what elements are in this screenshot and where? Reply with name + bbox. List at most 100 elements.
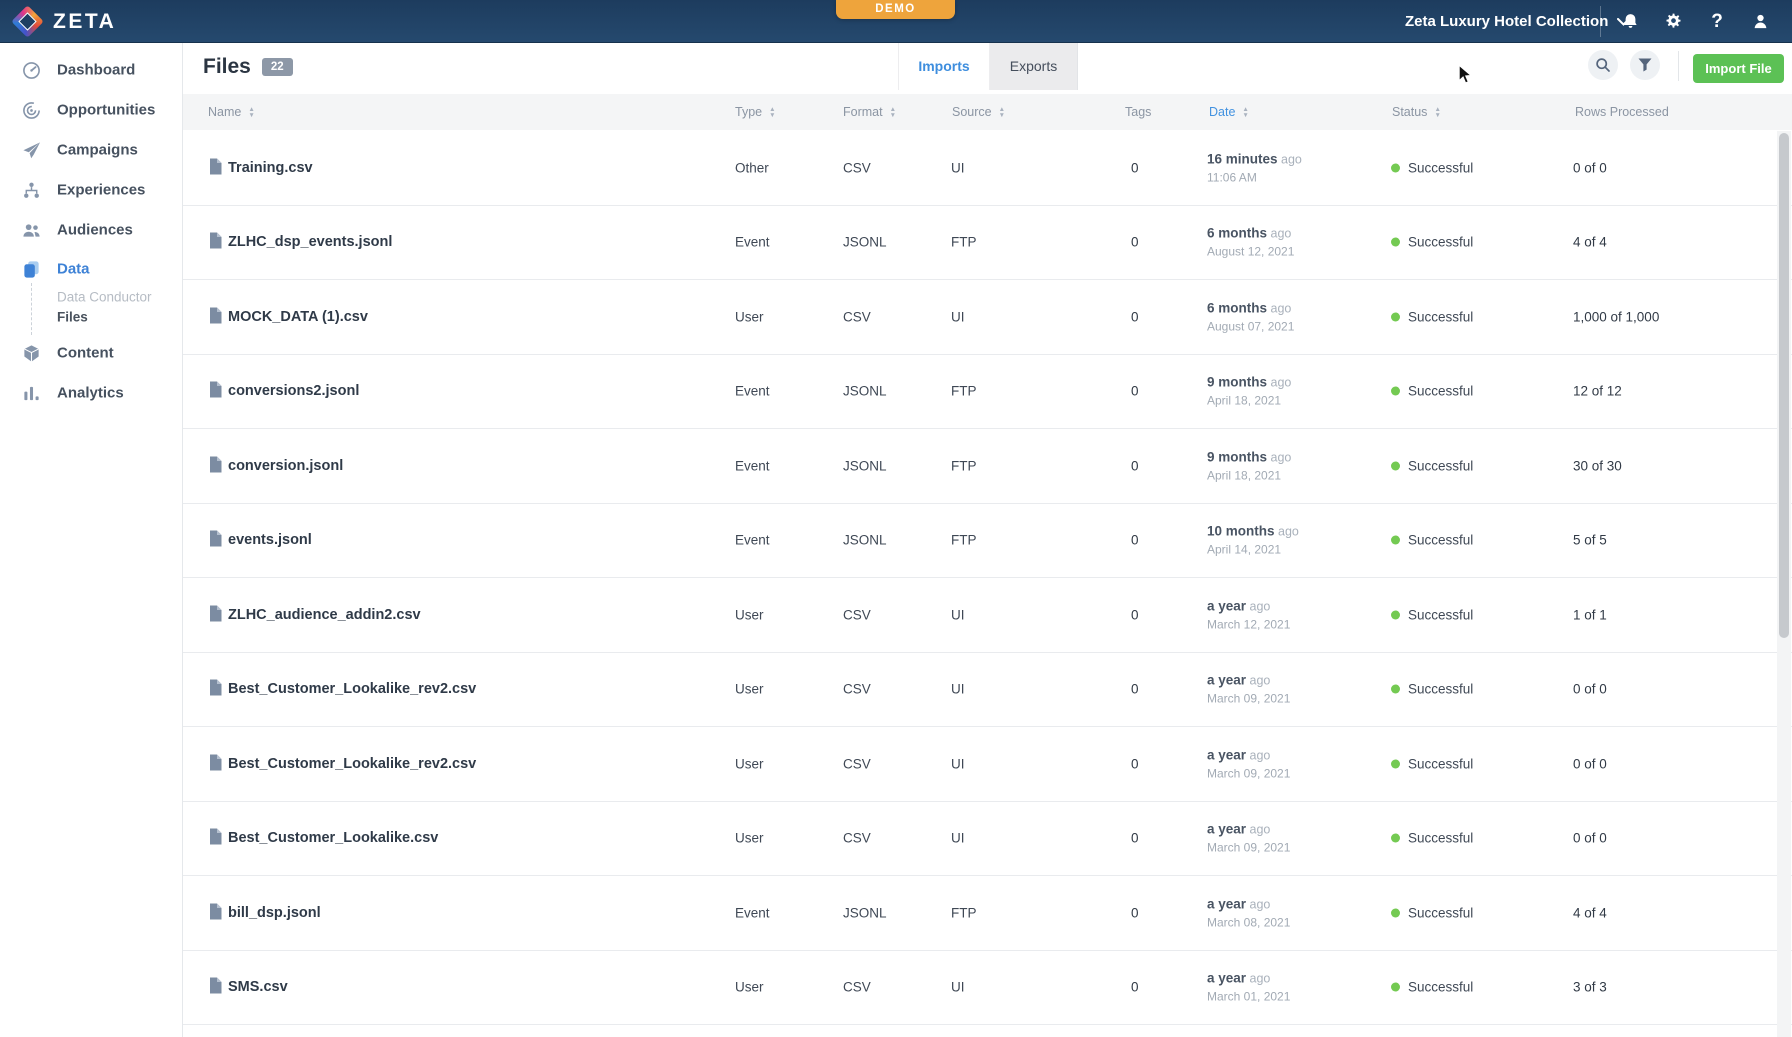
sidebar-item-data[interactable]: Data [0, 257, 183, 281]
file-name[interactable]: SMS.csv [228, 979, 288, 995]
file-type: Event [735, 905, 770, 920]
sidebar: Dashboard Opportunities Campaigns Experi… [0, 43, 183, 1037]
table-row[interactable]: bill_dsp.jsonlEventJSONLFTP0a year agoMa… [183, 876, 1792, 951]
file-type: Event [735, 384, 770, 399]
file-name[interactable]: Best_Customer_Lookalike.csv [228, 830, 438, 846]
filter-button[interactable] [1630, 50, 1660, 80]
file-tags-count: 0 [1131, 309, 1139, 324]
user-profile-icon[interactable] [1745, 0, 1775, 43]
sidebar-item-data-conductor[interactable]: Data Conductor [0, 287, 183, 307]
vertical-scrollbar-track[interactable] [1777, 131, 1791, 1037]
file-format: CSV [843, 160, 871, 175]
file-name[interactable]: conversions2.jsonl [228, 383, 359, 399]
file-source: UI [951, 682, 965, 697]
main-content: Files 22 Imports Exports Import File Nam… [183, 43, 1792, 1037]
file-tags-count: 0 [1131, 607, 1139, 622]
column-header-format[interactable]: Format▲▼ [843, 94, 896, 130]
file-icon [209, 158, 222, 177]
file-type: User [735, 607, 764, 622]
column-header-name[interactable]: Name▲▼ [208, 94, 255, 130]
file-tags-count: 0 [1131, 458, 1139, 473]
table-row[interactable]: MOCK_DATA (1).csvUserCSVUI06 months agoA… [183, 280, 1792, 355]
file-type: User [735, 831, 764, 846]
tab-exports[interactable]: Exports [990, 43, 1078, 90]
search-button[interactable] [1588, 50, 1618, 80]
file-date: 9 months agoApril 18, 2021 [1207, 375, 1291, 408]
file-type: User [735, 756, 764, 771]
file-name[interactable]: conversion.jsonl [228, 458, 343, 474]
status-dot-icon [1391, 163, 1400, 172]
table-row[interactable]: SMS.csvUserCSVUI0a year agoMarch 01, 202… [183, 951, 1792, 1026]
file-rows-processed: 1 of 1 [1573, 607, 1607, 622]
file-name[interactable]: ZLHC_dsp_events.jsonl [228, 234, 392, 250]
file-tags-count: 0 [1131, 235, 1139, 250]
column-header-status[interactable]: Status▲▼ [1392, 94, 1441, 130]
sidebar-item-files[interactable]: Files [0, 307, 183, 327]
file-source: FTP [951, 235, 977, 250]
help-question-icon[interactable]: ? [1702, 0, 1732, 43]
status-dot-icon [1391, 834, 1400, 843]
file-icon [209, 903, 222, 922]
file-format: JSONL [843, 235, 887, 250]
column-header-source[interactable]: Source▲▼ [952, 94, 1005, 130]
file-type: Event [735, 533, 770, 548]
file-tags-count: 0 [1131, 384, 1139, 399]
page-header: Files 22 Imports Exports Import File [183, 43, 1792, 90]
file-rows-processed: 12 of 12 [1573, 384, 1622, 399]
vertical-scrollbar-thumb[interactable] [1779, 133, 1789, 638]
search-icon [1595, 57, 1611, 73]
file-name[interactable]: ZLHC_audience_addin2.csv [228, 607, 421, 623]
file-format: CSV [843, 309, 871, 324]
sidebar-item-dashboard[interactable]: Dashboard [0, 58, 183, 82]
import-file-button[interactable]: Import File [1693, 54, 1784, 83]
file-status: Successful [1391, 682, 1473, 697]
file-status: Successful [1391, 756, 1473, 771]
brand-name: ZETA [53, 10, 116, 34]
header-divider [1678, 51, 1679, 81]
column-header-type[interactable]: Type▲▼ [735, 94, 776, 130]
topbar: ZETA DEMO Zeta Luxury Hotel Collection ? [0, 0, 1792, 43]
file-source: UI [951, 831, 965, 846]
file-rows-processed: 30 of 30 [1573, 458, 1622, 473]
sidebar-item-opportunities[interactable]: Opportunities [0, 98, 183, 122]
sidebar-item-analytics[interactable]: Analytics [0, 381, 183, 405]
file-name[interactable]: bill_dsp.jsonl [228, 905, 321, 921]
table-row[interactable]: ZLHC_dsp_events.jsonlEventJSONLFTP06 mon… [183, 206, 1792, 281]
sidebar-item-audiences[interactable]: Audiences [0, 218, 183, 242]
column-header-date[interactable]: Date▲▼ [1209, 94, 1249, 130]
file-icon [209, 456, 222, 475]
status-dot-icon [1391, 461, 1400, 470]
file-source: UI [951, 309, 965, 324]
file-name[interactable]: Training.csv [228, 160, 313, 176]
zeta-logo[interactable]: ZETA [16, 0, 116, 43]
file-status: Successful [1391, 831, 1473, 846]
file-status: Successful [1391, 235, 1473, 250]
file-name[interactable]: MOCK_DATA (1).csv [228, 309, 368, 325]
table-row[interactable]: conversion.jsonlEventJSONLFTP09 months a… [183, 429, 1792, 504]
file-name[interactable]: Best_Customer_Lookalike_rev2.csv [228, 756, 476, 772]
tab-imports[interactable]: Imports [898, 43, 990, 90]
table-row[interactable]: Best_Customer_Lookalike_rev2.csvUserCSVU… [183, 727, 1792, 802]
sidebar-item-content[interactable]: Content [0, 341, 183, 365]
table-row[interactable]: events.jsonlEventJSONLFTP010 months agoA… [183, 504, 1792, 579]
table-row[interactable]: conversions2.jsonlEventJSONLFTP09 months… [183, 355, 1792, 430]
experiences-flow-icon [21, 180, 41, 200]
file-rows-processed: 3 of 3 [1573, 980, 1607, 995]
file-rows-processed: 1,000 of 1,000 [1573, 309, 1659, 324]
file-status: Successful [1391, 607, 1473, 622]
account-switcher[interactable]: Zeta Luxury Hotel Collection [1405, 0, 1630, 43]
file-name[interactable]: Best_Customer_Lookalike_rev2.csv [228, 681, 476, 697]
sidebar-item-experiences[interactable]: Experiences [0, 178, 183, 202]
table-row[interactable]: Best_Customer_Lookalike_rev2.csvUserCSVU… [183, 653, 1792, 728]
table-row[interactable]: ZLHC_audience_addin2.csvUserCSVUI0a year… [183, 578, 1792, 653]
table-row[interactable]: Best_Customer_Lookalike.csvUserCSVUI0a y… [183, 802, 1792, 877]
table-row[interactable]: Training.csvOtherCSVUI016 minutes ago11:… [183, 131, 1792, 206]
notifications-bell-icon[interactable] [1615, 0, 1645, 43]
settings-gear-icon[interactable] [1658, 0, 1688, 43]
file-tags-count: 0 [1131, 533, 1139, 548]
file-name[interactable]: events.jsonl [228, 532, 312, 548]
file-tags-count: 0 [1131, 682, 1139, 697]
file-rows-processed: 5 of 5 [1573, 533, 1607, 548]
status-dot-icon [1391, 387, 1400, 396]
sidebar-item-campaigns[interactable]: Campaigns [0, 138, 183, 162]
